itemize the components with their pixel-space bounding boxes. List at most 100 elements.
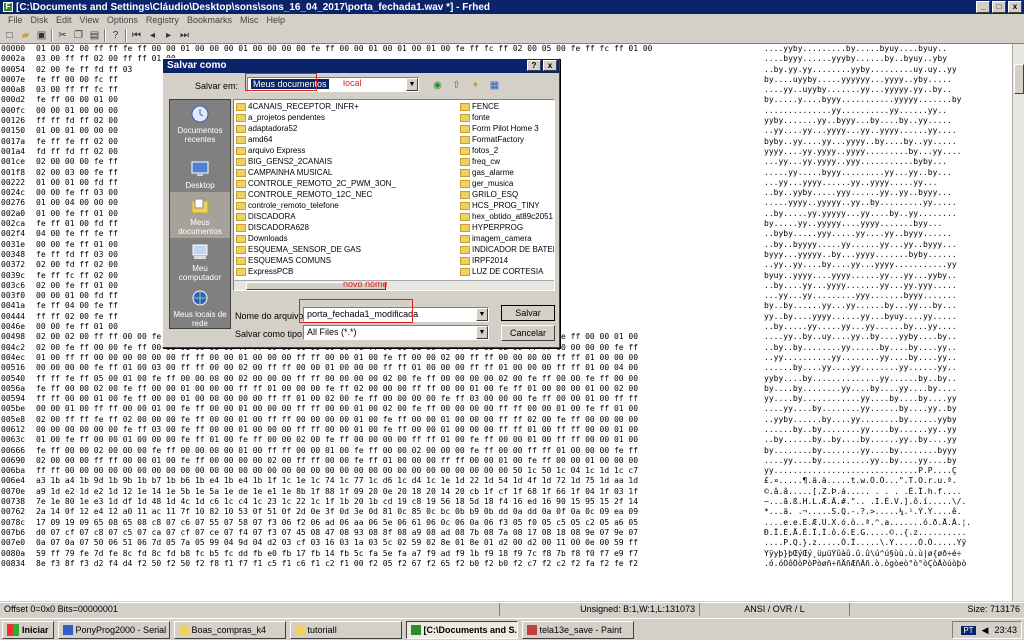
hex-bytes[interactable]: 02 00 ff ff fe ff 02 00 00 00 fe ff 00 0… (36, 415, 756, 425)
view-menu-icon[interactable]: ▦ (488, 79, 501, 92)
hex-row[interactable]: 006e4 a3 1b a4 1b 9d 1b 9b 1b b7 1b b6 1b… (0, 476, 1012, 486)
hex-ascii[interactable]: byby..yy....yy...yyyy..by....by..yy..... (756, 137, 1006, 147)
hex-bytes[interactable]: 00 00 01 00 ff ff 00 00 01 00 fe ff 00 0… (36, 404, 756, 414)
hex-row[interactable]: 00762 2a 14 0f 12 e4 12 a0 11 ac 11 7f 10… (0, 507, 1012, 517)
folder-item[interactable]: a_projetos pendentes (236, 112, 396, 123)
hex-ascii[interactable]: ...yy...yyyy......yy..yyyy.....yy... (756, 178, 1006, 188)
hex-row[interactable]: 00690 02 00 00 00 ff ff 00 00 01 00 fe ff… (0, 456, 1012, 466)
hex-ascii[interactable]: .....yy.....byyy.........yy...yy..by... (756, 168, 1006, 178)
scroll-thumb[interactable] (1014, 64, 1024, 94)
place-desktop[interactable]: Desktop (170, 146, 230, 192)
hex-bytes[interactable]: 8e f3 8f f3 d2 f4 d4 f2 50 f2 50 f2 f8 f… (36, 559, 756, 569)
hex-ascii[interactable]: ....byyy......yyyby......by..byuy..yby (756, 54, 1006, 64)
copy-icon[interactable]: ❐ (72, 29, 85, 42)
hex-ascii[interactable]: ....yy....by........yy......by....yy..by (756, 404, 1006, 414)
hex-bytes[interactable]: fe ff 00 00 02 00 00 00 fe ff 00 00 00 0… (36, 446, 756, 456)
hex-row[interactable]: 007b6 d0 07 cf 07 c8 07 c5 07 ca 07 cf 07… (0, 528, 1012, 538)
dialog-close-button[interactable]: x (543, 60, 557, 71)
hex-row[interactable]: 00540 ff ff fe ff 05 00 01 00 fe ff 00 00… (0, 374, 1012, 384)
go-next-icon[interactable]: ▸ (162, 29, 175, 42)
menu-options[interactable]: Options (103, 14, 142, 27)
hex-ascii[interactable]: .ó.óÒôÔòPòPòøñ÷ñÅñÆñÂñ.ò.ògòeò°ò°òÇòÂòúò… (756, 559, 1006, 569)
folder-item[interactable]: freq_cw (460, 156, 554, 167)
go-first-icon[interactable]: ⏮ (130, 29, 143, 42)
folder-item[interactable]: adaptadora52 (236, 123, 396, 134)
dialog-titlebar[interactable]: Salvar como ? x (163, 59, 559, 73)
task-boas-compras[interactable]: Boas_compras_k4 (173, 620, 286, 639)
hex-bytes[interactable]: 02 00 00 00 ff ff 00 00 01 00 fe ff 00 0… (36, 456, 756, 466)
maximize-button[interactable]: □ (992, 1, 1006, 13)
hex-row[interactable]: 00594 ff ff 00 00 01 00 fe ff 00 00 01 00… (0, 394, 1012, 404)
hex-ascii[interactable]: ..yy..........yy........yy....by....yy.. (756, 353, 1006, 363)
hex-ascii[interactable]: ..by......by..by....by......yy..by....yy (756, 435, 1006, 445)
speaker-icon[interactable]: ◀ (982, 625, 989, 636)
hex-ascii[interactable]: ..by.yy.yy........yyby.........uy.uy..yy (756, 65, 1006, 75)
place-recent[interactable]: Documentos recentes (170, 100, 230, 146)
hex-row[interactable]: 0063c 01 00 fe ff 00 00 01 00 00 00 fe ff… (0, 435, 1012, 445)
horizontal-scrollbar[interactable] (234, 280, 554, 290)
hex-ascii[interactable]: ....e.e.È.Æ.U.X.ó.ò.­.ª.^.a.......ó.ð.Å.… (756, 518, 1006, 528)
task-tutorial[interactable]: tutorialI (289, 620, 402, 639)
hex-ascii[interactable]: ....yy....by..........yy..by....yy....by (756, 456, 1006, 466)
cut-icon[interactable]: ✂ (56, 29, 69, 42)
hex-bytes[interactable]: 7e 1e 80 1e e3 1d df 1d 48 1d 4c 1d c6 1… (36, 497, 756, 507)
hex-ascii[interactable]: by.....yy..yyyyy....yyyy.......byy... (756, 219, 1006, 229)
hex-ascii[interactable]: ..yyby......by....yy........by......yyby (756, 415, 1006, 425)
task-ponyprog[interactable]: PonyProg2000 - Serial D... (57, 620, 170, 639)
hex-ascii[interactable]: £.¤.....¶.ä.ä.....t.w.Ö.Ô...".T.O.r.u.ª. (756, 476, 1006, 486)
go-prev-icon[interactable]: ◂ (146, 29, 159, 42)
folder-item[interactable]: CONTROLE_REMOTO_12C_NEC (236, 189, 396, 200)
go-last-icon[interactable]: ⏭ (178, 29, 191, 42)
hex-ascii[interactable]: ....yy..by..uy....yy..by....yyby....by.. (756, 332, 1006, 342)
hex-ascii[interactable]: Ð.Ï.È.Å.Ê.Ï.Î.ô.ó.E.G.....©.­.{.z.......… (756, 528, 1006, 538)
language-indicator[interactable]: PT (961, 625, 976, 635)
folder-item[interactable]: HYPERPROG (460, 222, 554, 233)
close-button[interactable]: x (1008, 1, 1022, 13)
hex-ascii[interactable]: ...yy...yy.........yyy.......byyy....... (756, 291, 1006, 301)
place-network[interactable]: Meus locais de rede (170, 284, 230, 330)
save-button[interactable]: Salvar (501, 305, 555, 321)
chevron-down-icon[interactable]: ▼ (476, 326, 488, 339)
chevron-down-icon[interactable]: ▼ (476, 308, 488, 321)
folder-item[interactable]: HCS_PROG_TINY (460, 200, 554, 211)
folder-item[interactable]: ESQUEMA_SENSOR_DE GAS (236, 244, 396, 255)
folder-item[interactable]: FENCE (460, 101, 554, 112)
hex-ascii[interactable]: yy..............................P.P....Ç (756, 466, 1006, 476)
hex-ascii[interactable]: ....yyby.........by.....byuy....byuy.. (756, 44, 1006, 54)
hex-row[interactable]: 00000 01 00 02 00 ff ff fe ff 00 00 01 00… (0, 44, 1012, 54)
window-titlebar[interactable]: F [C:\Documents and Settings\Cláudio\Des… (0, 0, 1024, 14)
hex-bytes[interactable]: 0a 07 0a 07 50 06 51 06 7d 05 7a 05 99 0… (36, 538, 756, 548)
place-my-computer[interactable]: Meu computador (170, 238, 230, 284)
hex-ascii[interactable]: by........by........yy....by........byyy (756, 446, 1006, 456)
folder-item[interactable]: INDICADOR DE BATERI (460, 244, 554, 255)
folder-item[interactable]: arquivo Express (236, 145, 396, 156)
task-paint[interactable]: tela13e_save - Paint (521, 620, 634, 639)
menu-registry[interactable]: Registry (142, 14, 183, 27)
hex-row[interactable]: 00666 fe ff 00 00 02 00 00 00 fe ff 00 00… (0, 446, 1012, 456)
hex-ascii[interactable]: ..by.....yy.yyyyy...yy....by..yy........ (756, 209, 1006, 219)
folder-item[interactable]: GRILO_ESQ (460, 189, 554, 200)
hex-ascii[interactable]: yy..by....yyyy......yy...byuy....yy..... (756, 312, 1006, 322)
folder-item[interactable]: IRPF2014 (460, 255, 554, 266)
up-folder-icon[interactable]: ⇧ (450, 79, 463, 92)
hex-row[interactable]: 00738 7e 1e 80 1e e3 1d df 1d 48 1d 4c 1d… (0, 497, 1012, 507)
hex-bytes[interactable]: fe ff 00 00 02 00 fe ff 00 00 01 00 00 0… (36, 384, 756, 394)
hex-bytes[interactable]: 2a 14 0f 12 e4 12 a0 11 ac 11 7f 10 82 1… (36, 507, 756, 517)
hex-ascii[interactable]: ....yy..uyyby.......yy...yyyyy.yy..by.. (756, 85, 1006, 95)
hex-row[interactable]: 0080a 59 ff 79 fe 7d fe 8c fd 8c fd b8 fc… (0, 549, 1012, 559)
help-icon[interactable]: ? (109, 29, 122, 42)
folder-item[interactable]: LUZ DE CORTESIA (460, 266, 554, 277)
folder-item[interactable]: 4CANAIS_RECEPTOR_INFR+ (236, 101, 396, 112)
vertical-scrollbar[interactable] (1012, 44, 1024, 601)
folder-item[interactable]: DISCADORA628 (236, 222, 396, 233)
folder-item[interactable]: FormatFactory (460, 134, 554, 145)
new-file-icon[interactable]: □ (3, 29, 16, 42)
cancel-button[interactable]: Cancelar (501, 325, 555, 341)
folder-item[interactable]: controle_remoto_telefone (236, 200, 396, 211)
folder-item[interactable]: ESQUEMAS COMUNS (236, 255, 396, 266)
hex-bytes[interactable]: ff ff fe ff 05 00 01 00 fe ff 00 00 00 0… (36, 374, 756, 384)
folder-item[interactable]: fotos_2 (460, 145, 554, 156)
hex-ascii[interactable]: ..byby.....yyy.....yy....yy..byyy...... (756, 229, 1006, 239)
hex-row[interactable]: 00612 00 00 00 00 00 00 fe ff 03 00 fe ff… (0, 425, 1012, 435)
hex-ascii[interactable]: ..by..by........yy......by....by....yy.. (756, 343, 1006, 353)
